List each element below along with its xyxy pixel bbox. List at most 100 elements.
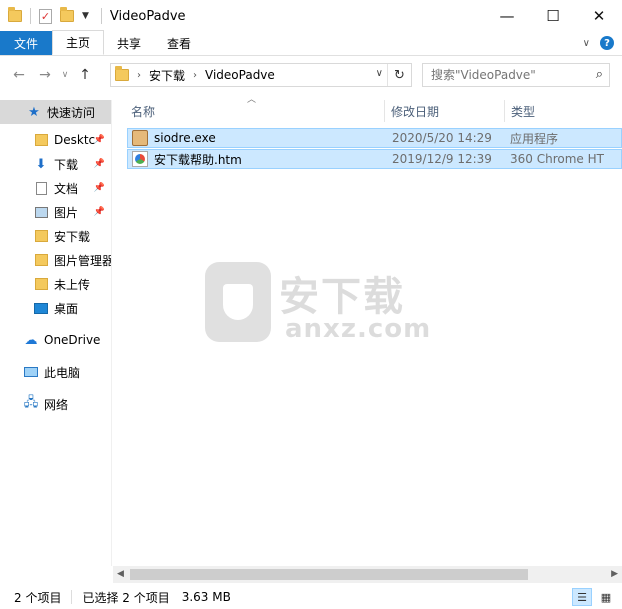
folder-icon bbox=[34, 229, 48, 243]
pin-icon: 📌 bbox=[93, 135, 105, 145]
network-icon: 🖧 bbox=[23, 395, 39, 410]
column-header-name[interactable]: ︿ 名称 bbox=[113, 95, 385, 122]
sidebar-item-label: 下载 bbox=[54, 157, 79, 172]
properties-icon[interactable]: ✓ bbox=[39, 8, 52, 24]
ribbon-right: ∨ ? bbox=[583, 36, 614, 50]
sidebar-item-label: 网络 bbox=[44, 397, 69, 412]
recent-locations-chevron-icon[interactable]: ∨ bbox=[58, 70, 72, 80]
download-arrow-icon: ⬇ bbox=[35, 156, 47, 172]
column-headers: ︿ 名称 修改日期 类型 bbox=[113, 95, 622, 122]
html-file-icon bbox=[132, 151, 148, 167]
help-icon[interactable]: ? bbox=[600, 36, 614, 50]
pin-icon: 📌 bbox=[93, 183, 105, 193]
sidebar-item-network[interactable]: 🖧 网络 bbox=[0, 392, 111, 416]
sidebar-item-label: 快速访问 bbox=[47, 105, 96, 120]
folder-icon bbox=[115, 66, 129, 81]
sidebar-item-label: OneDrive bbox=[44, 333, 101, 347]
file-date: 2020/5/20 14:29 bbox=[392, 131, 492, 145]
file-row[interactable]: 安下载帮助.htm 2019/12/9 12:39 360 Chrome HT bbox=[127, 149, 622, 169]
window-title: VideoPadve bbox=[109, 8, 186, 24]
address-bar[interactable]: › 安下载 › VideoPadve ∨ ↻ bbox=[110, 63, 412, 87]
breadcrumb-item[interactable]: 安下载 bbox=[149, 67, 185, 84]
tab-view[interactable]: 查看 bbox=[154, 31, 204, 55]
maximize-icon[interactable]: ☐ bbox=[530, 0, 576, 32]
minimize-icon[interactable]: — bbox=[484, 0, 530, 32]
sidebar-item-label: 文档 bbox=[54, 181, 79, 196]
desktop-icon bbox=[34, 301, 48, 315]
divider bbox=[30, 8, 31, 24]
large-icons-view-icon[interactable]: ▦ bbox=[596, 588, 616, 606]
sidebar-item-desktop-folder[interactable]: 桌面 bbox=[0, 296, 111, 320]
breadcrumb-separator-icon[interactable]: › bbox=[137, 70, 141, 81]
file-name: siodre.exe bbox=[154, 131, 216, 145]
sidebar-item-label: 图片管理器 bbox=[54, 253, 111, 268]
file-type: 360 Chrome HT bbox=[510, 152, 604, 166]
cloud-icon: ☁ bbox=[24, 332, 38, 348]
expand-ribbon-chevron-icon[interactable]: ∨ bbox=[583, 38, 590, 49]
sidebar-item-this-pc[interactable]: 此电脑 bbox=[0, 360, 111, 384]
file-list: ︿ 名称 修改日期 类型 siodre.exe 2020/5/20 14:29 … bbox=[113, 95, 622, 566]
status-bar: 2 个项目 已选择 2 个项目 3.63 MB ☰ ▦ bbox=[0, 585, 622, 609]
scroll-right-icon[interactable]: ▶ bbox=[611, 569, 618, 579]
sidebar-item-label: Desktc bbox=[54, 133, 96, 147]
exe-icon bbox=[132, 130, 148, 146]
breadcrumb-item[interactable]: VideoPadve bbox=[205, 68, 275, 82]
back-arrow-icon[interactable]: ← bbox=[6, 67, 32, 83]
divider bbox=[71, 590, 73, 604]
folder-icon bbox=[34, 277, 48, 291]
watermark: 安下载 anxz.com bbox=[205, 262, 430, 352]
sidebar-item-anxz[interactable]: 安下载 bbox=[0, 224, 111, 248]
watermark-bag-icon bbox=[205, 262, 271, 342]
file-name: 安下载帮助.htm bbox=[154, 152, 242, 167]
folder-icon[interactable] bbox=[8, 7, 22, 22]
computer-icon bbox=[24, 365, 38, 379]
tab-file[interactable]: 文件 bbox=[0, 31, 53, 55]
search-box[interactable]: ⌕ bbox=[422, 63, 610, 87]
item-count: 2 个项目 bbox=[14, 590, 62, 605]
sidebar-item-documents[interactable]: 文档 📌 bbox=[0, 176, 111, 200]
column-header-type[interactable]: 类型 bbox=[505, 100, 622, 122]
tab-home[interactable]: 主页 bbox=[52, 30, 105, 55]
up-arrow-icon[interactable]: ↑ bbox=[72, 67, 98, 83]
view-buttons: ☰ ▦ bbox=[572, 588, 616, 606]
close-icon[interactable]: ✕ bbox=[576, 0, 622, 32]
sidebar-item-not-uploaded[interactable]: 未上传 bbox=[0, 272, 111, 296]
sidebar-item-onedrive[interactable]: ☁ OneDrive bbox=[0, 328, 111, 352]
customize-toolbar-chevron-icon[interactable]: ▼ bbox=[82, 11, 89, 21]
file-row[interactable]: siodre.exe 2020/5/20 14:29 应用程序 bbox=[127, 128, 622, 148]
title-bar: ✓ ▼ VideoPadve — ☐ ✕ bbox=[0, 0, 622, 32]
refresh-icon[interactable]: ↻ bbox=[387, 64, 411, 86]
breadcrumb-separator-icon[interactable]: › bbox=[193, 70, 197, 81]
pin-icon: 📌 bbox=[93, 207, 105, 217]
sidebar-item-quick-access[interactable]: ★ 快速访问 bbox=[0, 100, 111, 124]
column-header-date[interactable]: 修改日期 bbox=[385, 100, 505, 122]
search-input[interactable] bbox=[431, 68, 581, 82]
address-dropdown-chevron-icon[interactable]: ∨ bbox=[376, 68, 383, 79]
sidebar-item-picture-manager[interactable]: 图片管理器 bbox=[0, 248, 111, 272]
ribbon-tabs: 文件 主页 共享 查看 ∨ ? bbox=[0, 30, 622, 56]
selection-size: 3.63 MB bbox=[181, 590, 231, 604]
pin-icon: 📌 bbox=[93, 159, 105, 169]
divider bbox=[100, 8, 102, 24]
sidebar-item-pictures[interactable]: 图片 📌 bbox=[0, 200, 111, 224]
scrollbar-thumb[interactable] bbox=[130, 569, 528, 580]
folder-icon bbox=[34, 133, 48, 147]
tab-share[interactable]: 共享 bbox=[104, 31, 154, 55]
horizontal-scrollbar[interactable]: ◀ ▶ bbox=[113, 566, 622, 583]
details-view-icon[interactable]: ☰ bbox=[572, 588, 592, 606]
forward-arrow-icon[interactable]: → bbox=[32, 67, 58, 83]
file-date: 2019/12/9 12:39 bbox=[392, 152, 492, 166]
navigation-pane: ★ 快速访问 Desktc 📌 ⬇ 下载 📌 文档 📌 图片 📌 安下载 图片管… bbox=[0, 100, 112, 566]
sidebar-item-label: 桌面 bbox=[54, 301, 79, 316]
sidebar-item-label: 未上传 bbox=[54, 277, 91, 292]
search-icon[interactable]: ⌕ bbox=[596, 67, 603, 82]
new-folder-icon[interactable] bbox=[60, 7, 74, 22]
sidebar-item-label: 此电脑 bbox=[44, 365, 81, 380]
sidebar-item-label: 图片 bbox=[54, 205, 79, 220]
sidebar-item-downloads[interactable]: ⬇ 下载 📌 bbox=[0, 152, 111, 176]
star-icon: ★ bbox=[28, 104, 40, 120]
sidebar-item-desktop[interactable]: Desktc 📌 bbox=[0, 128, 111, 152]
selection-count: 已选择 2 个项目 bbox=[82, 590, 170, 605]
scroll-left-icon[interactable]: ◀ bbox=[117, 569, 124, 579]
file-type: 应用程序 bbox=[510, 131, 559, 146]
